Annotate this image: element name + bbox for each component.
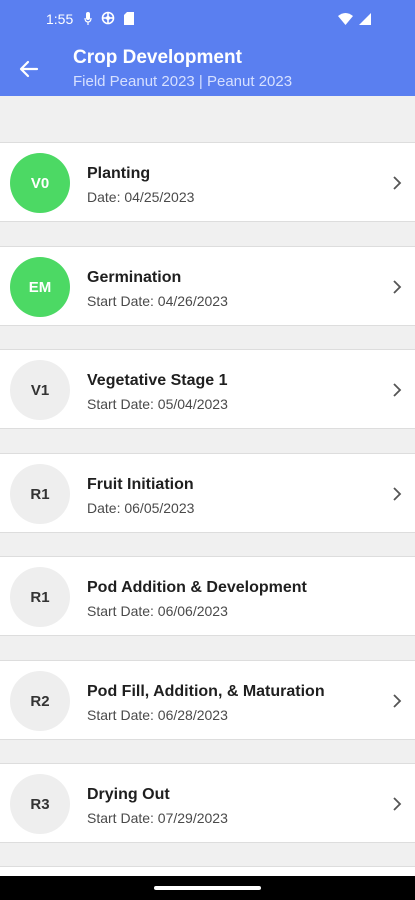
stage-name: Drying Out: [87, 786, 170, 803]
status-time: 1:55: [46, 11, 74, 27]
status-icons-right: [338, 12, 371, 30]
stage-badge: R1: [10, 567, 70, 627]
at-icon: [101, 11, 115, 30]
back-button[interactable]: [12, 52, 46, 86]
stage-date: Start Date: 07/29/2023: [87, 810, 228, 826]
stage-card-germination[interactable]: EM Germination Start Date: 04/26/2023: [0, 246, 415, 326]
signal-icon: [359, 12, 371, 30]
page-subtitle: Field Peanut 2023 | Peanut 2023: [73, 73, 293, 90]
stage-badge: EM: [10, 257, 70, 317]
stage-badge: R2: [10, 671, 70, 731]
app-bar: 1:55 Crop Development Field Peanut 2023 …: [0, 0, 415, 96]
stage-badge: V1: [10, 360, 70, 420]
stage-card-pod-addition-development[interactable]: R1 Pod Addition & Development Start Date…: [0, 556, 415, 636]
stage-date: Start Date: 04/26/2023: [87, 293, 228, 309]
system-nav-bar: [0, 876, 415, 900]
chevron-right-icon: [393, 694, 402, 708]
status-bar: 1:55: [0, 0, 415, 40]
home-indicator[interactable]: [154, 886, 261, 890]
wifi-icon: [338, 12, 353, 30]
stage-badge: R1: [10, 464, 70, 524]
stage-date: Start Date: 05/04/2023: [87, 396, 228, 412]
stage-badge: V0: [10, 153, 70, 213]
stage-date: Date: 04/25/2023: [87, 189, 195, 205]
arrow-back-icon: [19, 60, 39, 78]
crop-development-screen: 1:55 Crop Development Field Peanut 2023 …: [0, 0, 415, 900]
stage-card-vegetative-stage-1[interactable]: V1 Vegetative Stage 1 Start Date: 05/04/…: [0, 349, 415, 429]
chevron-right-icon: [393, 280, 402, 294]
chevron-right-icon: [393, 487, 402, 501]
stage-name: Germination: [87, 269, 182, 286]
chevron-right-icon: [393, 176, 402, 190]
page-title: Crop Development: [73, 47, 242, 68]
stage-badge: R3: [10, 774, 70, 834]
stage-name: Pod Addition & Development: [87, 579, 307, 596]
chevron-right-icon: [393, 797, 402, 811]
stage-date: Start Date: 06/06/2023: [87, 603, 228, 619]
stage-date: Start Date: 06/28/2023: [87, 707, 228, 723]
stage-name: Fruit Initiation: [87, 476, 194, 493]
stage-card-pod-fill-addition-maturation[interactable]: R2 Pod Fill, Addition, & Maturation Star…: [0, 660, 415, 740]
stage-name: Vegetative Stage 1: [87, 372, 228, 389]
chevron-right-icon: [393, 383, 402, 397]
status-icons-left: [84, 11, 134, 30]
stage-card-fruit-initiation[interactable]: R1 Fruit Initiation Date: 06/05/2023: [0, 453, 415, 533]
stage-name: Planting: [87, 165, 151, 182]
mic-icon: [84, 11, 92, 30]
stage-card-planting[interactable]: V0 Planting Date: 04/25/2023: [0, 142, 415, 222]
stage-name: Pod Fill, Addition, & Maturation: [87, 683, 325, 700]
stage-date: Date: 06/05/2023: [87, 500, 195, 516]
sim-card-icon: [124, 11, 134, 30]
stage-card-drying-out[interactable]: R3 Drying Out Start Date: 07/29/2023: [0, 763, 415, 843]
